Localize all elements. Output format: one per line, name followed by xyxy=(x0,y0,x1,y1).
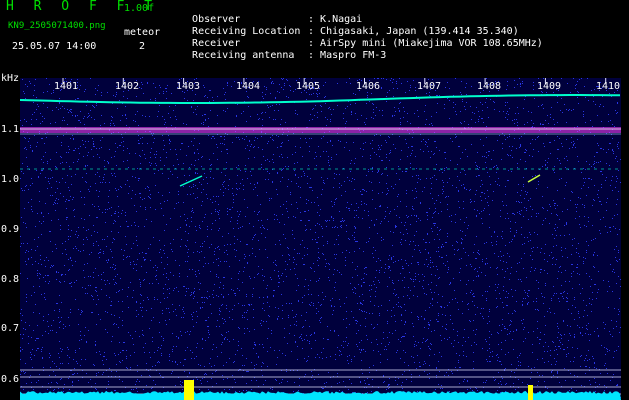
y-tick-label: 1.0 xyxy=(1,174,20,185)
x-tick-label: 1409 xyxy=(537,81,562,92)
filename-label: KN9_2505071400.png xyxy=(8,21,106,31)
x-tick-label: 1404 xyxy=(236,81,261,92)
version-label: 1.00f xyxy=(124,3,155,14)
x-tick-label: 1405 xyxy=(296,81,321,92)
y-tick-label: 0.9 xyxy=(1,224,20,235)
x-tick-label: 1406 xyxy=(356,81,381,92)
y-tick-label: 0.8 xyxy=(1,274,20,285)
x-tick-label: 1408 xyxy=(477,81,502,92)
y-axis-unit: kHz xyxy=(1,73,20,84)
info-row-antenna: Receiving antenna: Maspro FM-3 xyxy=(180,39,386,61)
x-tick-label: 1403 xyxy=(176,81,201,92)
y-tick-label: 1.1 xyxy=(1,124,20,135)
y-tick-label: 0.7 xyxy=(1,323,20,334)
spectrogram-canvas xyxy=(20,78,621,400)
info-key: Receiving antenna xyxy=(192,50,295,61)
x-tick-label: 1410 xyxy=(596,81,621,92)
y-tick-label: 0.6 xyxy=(1,374,20,385)
info-value: Maspro FM-3 xyxy=(320,50,387,61)
spectrogram-background xyxy=(20,78,621,400)
datetime-label: 25.05.07 14:00 xyxy=(12,41,97,52)
info-separator: : xyxy=(308,50,315,61)
meteor-count-value: 2 xyxy=(139,41,146,52)
x-tick-label: 1407 xyxy=(417,81,442,92)
meteor-burst xyxy=(184,380,194,400)
x-tick-label: 1401 xyxy=(54,81,79,92)
meteor-burst xyxy=(528,385,533,400)
x-tick-label: 1402 xyxy=(115,81,140,92)
echo-band xyxy=(20,127,621,133)
meteor-count-label: meteor xyxy=(124,27,161,38)
spectrogram-plot xyxy=(20,78,621,400)
